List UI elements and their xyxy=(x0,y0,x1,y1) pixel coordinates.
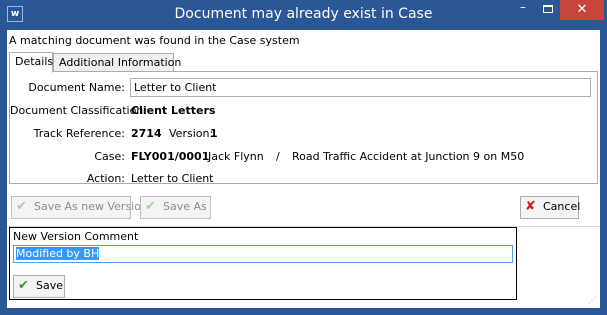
checkmark-icon: ✔ xyxy=(16,199,27,214)
tab-details[interactable]: Details xyxy=(9,52,53,73)
save-as-new-version-label: Save As new Version xyxy=(34,200,148,213)
checkmark-icon: ✔ xyxy=(18,278,29,293)
match-message: A matching document was found in the Cas… xyxy=(9,34,300,47)
maximize-icon xyxy=(543,5,553,13)
save-as-button[interactable]: ✔ Save As xyxy=(140,196,211,219)
track-reference-value: 2714 xyxy=(131,127,162,140)
cancel-label: Cancel xyxy=(543,200,581,213)
checkmark-icon: ✔ xyxy=(145,199,156,214)
case-code: FLY001/0001 xyxy=(131,150,210,163)
close-button[interactable]: ✕ xyxy=(560,0,604,20)
classification-value: Client Letters xyxy=(131,104,216,117)
save-label: Save xyxy=(36,279,64,292)
tab-additional-information[interactable]: Additional Information xyxy=(53,53,181,72)
case-description: Road Traffic Accident at Junction 9 on M… xyxy=(292,150,525,163)
case-label: Case: xyxy=(94,150,125,163)
track-reference-label: Track Reference: xyxy=(33,127,125,140)
details-panel: Document Name: Letter to Client Document… xyxy=(9,71,598,185)
comment-value: Modified by BH xyxy=(16,247,100,260)
document-name-label: Document Name: xyxy=(28,81,125,94)
action-value: Letter to Client xyxy=(131,172,214,185)
comment-input[interactable]: Modified by BH xyxy=(13,245,513,263)
maximize-button[interactable] xyxy=(536,0,560,20)
comment-label: New Version Comment xyxy=(13,230,139,243)
cancel-button[interactable]: ✘ Cancel xyxy=(520,196,581,219)
minimize-button[interactable]: – xyxy=(510,0,536,20)
classification-label: Document Classification: xyxy=(10,104,147,117)
cancel-x-icon: ✘ xyxy=(525,199,536,214)
new-version-comment-group: New Version Comment Modified by BH ✔ Sav… xyxy=(9,227,517,300)
case-separator: / xyxy=(276,150,280,163)
title-bar[interactable]: w Document may already exist in Case – ✕ xyxy=(0,0,607,30)
save-as-new-version-button[interactable]: ✔ Save As new Version xyxy=(11,196,148,219)
case-client: Jack Flynn xyxy=(208,150,264,163)
action-label: Action: xyxy=(86,172,125,185)
save-button[interactable]: ✔ Save xyxy=(13,275,65,298)
resize-grip-icon[interactable]: ⋰ xyxy=(588,296,598,306)
save-as-label: Save As xyxy=(163,200,207,213)
document-name-field[interactable]: Letter to Client xyxy=(130,78,591,97)
version-label: Version: xyxy=(169,127,214,140)
dialog-body: A matching document was found in the Cas… xyxy=(7,30,600,308)
dialog-window: w Document may already exist in Case – ✕… xyxy=(0,0,607,315)
version-value: 1 xyxy=(210,127,218,140)
